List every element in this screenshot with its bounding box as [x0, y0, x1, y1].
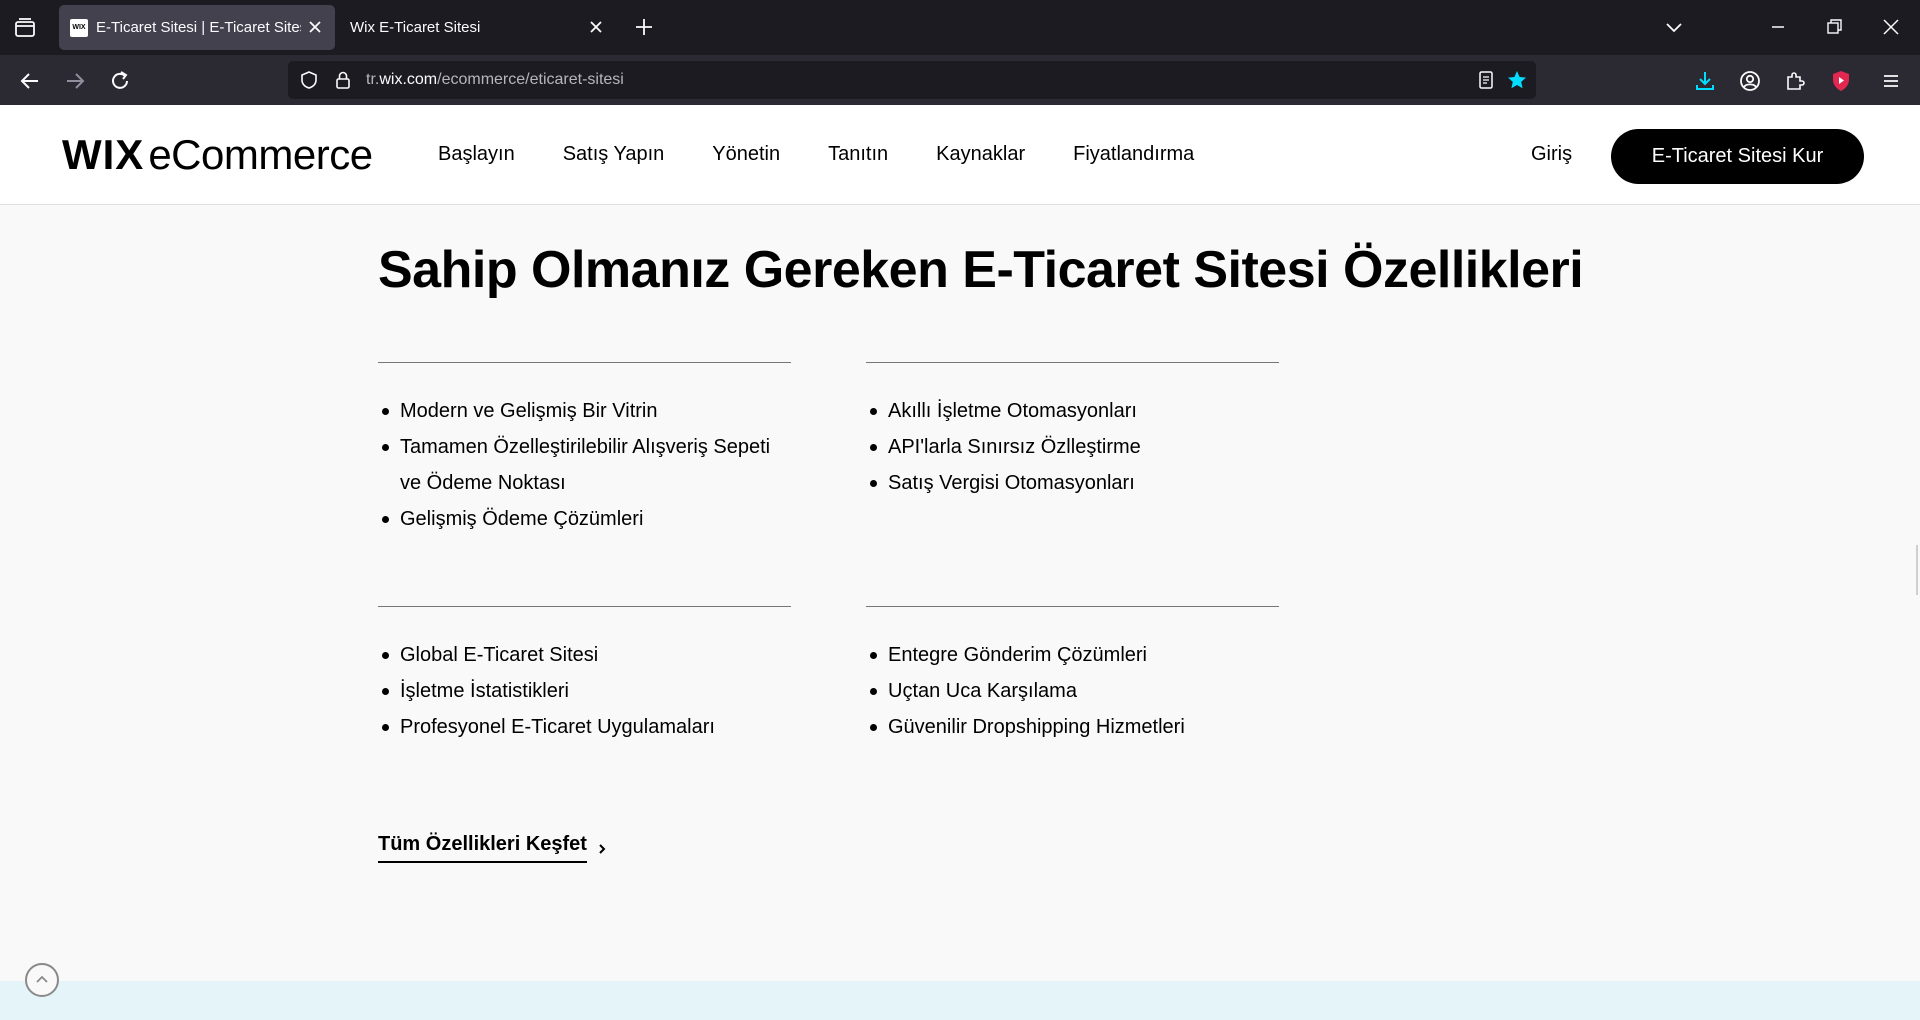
- tab-title: Wix E-Ticaret Sitesi: [350, 19, 481, 36]
- wix-favicon-icon: WIX: [70, 18, 88, 37]
- url-text[interactable]: tr.wix.com/ecommerce/eticaret-sitesi: [366, 71, 624, 89]
- menu-item-satis-yapin[interactable]: Satış Yapın: [563, 143, 665, 166]
- browser-tab-bar: WIX E-Ticaret Sitesi | E-Ticaret Sitesi …: [0, 0, 1920, 55]
- feature-group: Global E-Ticaret Sitesi İşletme İstatist…: [378, 606, 791, 745]
- back-arrow-icon[interactable]: [17, 68, 43, 94]
- feature-item: Akıllı İşletme Otomasyonları: [866, 393, 1279, 429]
- feature-item: Profesyonel E-Ticaret Uygulamaları: [378, 709, 791, 745]
- feature-item: Gelişmiş Ödeme Çözümleri: [378, 501, 791, 537]
- create-store-button[interactable]: E-Ticaret Sitesi Kur: [1611, 129, 1864, 184]
- feature-list: Modern ve Gelişmiş Bir Vitrin Tamamen Öz…: [378, 393, 791, 537]
- scroll-top-icon[interactable]: [25, 963, 59, 997]
- menu-item-fiyatlandirma[interactable]: Fiyatlandırma: [1073, 143, 1194, 166]
- feature-item: Global E-Ticaret Sitesi: [378, 637, 791, 673]
- feature-list: Global E-Ticaret Sitesi İşletme İstatist…: [378, 637, 791, 745]
- explore-all-features-link[interactable]: Tüm Özellikleri Keşfet: [378, 833, 609, 863]
- browser-nav-bar: tr.wix.com/ecommerce/eticaret-sitesi: [0, 55, 1920, 105]
- chevron-down-icon[interactable]: [1663, 16, 1685, 38]
- feature-group: Akıllı İşletme Otomasyonları API'larla S…: [866, 362, 1279, 501]
- next-section-band: [0, 981, 1920, 1020]
- chevron-right-icon: [595, 842, 609, 856]
- wix-ecommerce-logo[interactable]: WIXeCommerce: [62, 131, 373, 179]
- tab-active[interactable]: WIX E-Ticaret Sitesi | E-Ticaret Sitesi: [59, 5, 335, 50]
- tab-list-icon[interactable]: [12, 15, 38, 41]
- menu-item-tanitin[interactable]: Tanıtın: [828, 143, 888, 166]
- plus-icon[interactable]: [632, 15, 656, 39]
- lock-icon[interactable]: [332, 69, 354, 91]
- download-icon[interactable]: [1692, 68, 1718, 94]
- site-header: WIXeCommerce Başlayın Satış Yapın Yöneti…: [0, 105, 1920, 205]
- menu-item-yonetin[interactable]: Yönetin: [712, 143, 780, 166]
- explore-link-label: Tüm Özellikleri Keşfet: [378, 833, 587, 863]
- address-bar[interactable]: tr.wix.com/ecommerce/eticaret-sitesi: [288, 61, 1536, 99]
- reload-icon[interactable]: [107, 68, 133, 94]
- feature-item: API'larla Sınırsız Özlleştirme: [866, 429, 1279, 465]
- youtube-ext-icon[interactable]: [1828, 68, 1854, 94]
- extensions-icon[interactable]: [1782, 68, 1808, 94]
- restore-icon[interactable]: [1823, 16, 1845, 38]
- main-menu: Başlayın Satış Yapın Yönetin Tanıtın Kay…: [438, 143, 1242, 166]
- feature-list: Akıllı İşletme Otomasyonları API'larla S…: [866, 393, 1279, 501]
- close-window-icon[interactable]: [1880, 16, 1902, 38]
- reader-view-icon[interactable]: [1475, 69, 1497, 91]
- shield-icon[interactable]: [298, 69, 320, 91]
- logo-wix: WIX: [62, 131, 145, 178]
- feature-group: Entegre Gönderim Çözümleri Uçtan Uca Kar…: [866, 606, 1279, 745]
- feature-item: Modern ve Gelişmiş Bir Vitrin: [378, 393, 791, 429]
- url-host: wix.com: [379, 71, 438, 88]
- menu-item-kaynaklar[interactable]: Kaynaklar: [936, 143, 1025, 166]
- close-icon[interactable]: [305, 17, 325, 37]
- forward-arrow-icon[interactable]: [62, 68, 88, 94]
- feature-list: Entegre Gönderim Çözümleri Uçtan Uca Kar…: [866, 637, 1279, 745]
- minimize-icon[interactable]: [1767, 16, 1789, 38]
- url-prefix: tr.: [366, 71, 380, 88]
- feature-group: Modern ve Gelişmiş Bir Vitrin Tamamen Öz…: [378, 362, 791, 537]
- account-icon[interactable]: [1737, 68, 1763, 94]
- hamburger-menu-icon[interactable]: [1878, 68, 1904, 94]
- star-icon[interactable]: [1506, 69, 1528, 91]
- tab-inactive[interactable]: Wix E-Ticaret Sitesi: [340, 5, 616, 50]
- url-path: /ecommerce/eticaret-sitesi: [437, 71, 624, 88]
- tab-title: E-Ticaret Sitesi | E-Ticaret Sitesi: [96, 19, 301, 36]
- feature-item: Güvenilir Dropshipping Hizmetleri: [866, 709, 1279, 745]
- feature-item: Satış Vergisi Otomasyonları: [866, 465, 1279, 501]
- feature-item: Entegre Gönderim Çözümleri: [866, 637, 1279, 673]
- feature-item: Tamamen Özelleştirilebilir Alışveriş Sep…: [378, 429, 791, 501]
- logo-ecommerce: eCommerce: [148, 131, 373, 178]
- menu-item-baslayin[interactable]: Başlayın: [438, 143, 515, 166]
- scrollbar-thumb[interactable]: [1916, 545, 1918, 595]
- login-link[interactable]: Giriş: [1531, 143, 1572, 166]
- page-title: Sahip Olmanız Gereken E-Ticaret Sitesi Ö…: [378, 241, 1584, 299]
- feature-item: Uçtan Uca Karşılama: [866, 673, 1279, 709]
- feature-item: İşletme İstatistikleri: [378, 673, 791, 709]
- close-icon[interactable]: [586, 17, 606, 37]
